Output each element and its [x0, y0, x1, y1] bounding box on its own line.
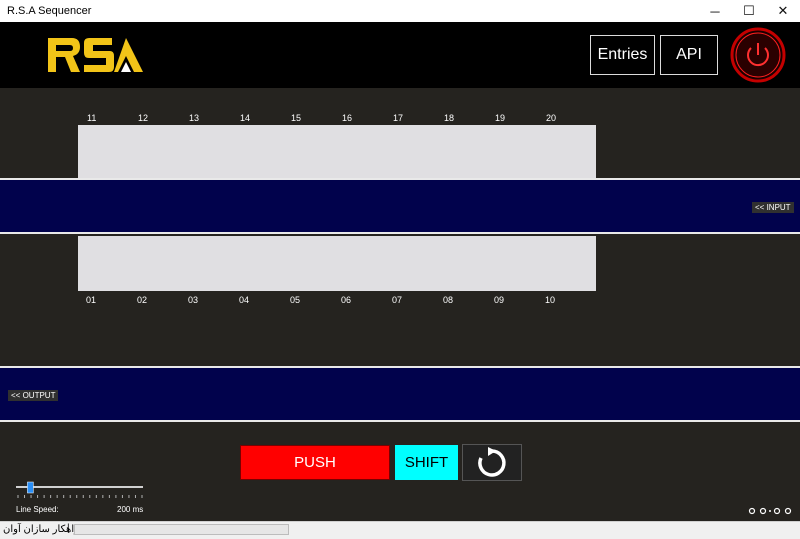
slider-thumb[interactable]: [27, 481, 34, 494]
close-button[interactable]: ✕: [766, 0, 800, 22]
slot-number: 19: [495, 113, 506, 123]
line-speed-slider[interactable]: [14, 480, 146, 502]
slot-number: 06: [341, 295, 352, 305]
slot-number: 16: [342, 113, 353, 123]
input-label: << INPUT: [752, 202, 794, 213]
title-bar: R.S.A Sequencer ─ ☐ ✕: [0, 0, 800, 23]
slot-number: 17: [393, 113, 404, 123]
pagination-dots-icon[interactable]: [748, 506, 792, 516]
slot-number: 09: [494, 295, 505, 305]
rsa-logo: [48, 38, 143, 72]
slot-number: 10: [545, 295, 556, 305]
status-bar: راهکار سازان آوان |: [0, 521, 800, 539]
entries-button[interactable]: Entries: [590, 35, 655, 75]
api-button[interactable]: API: [660, 35, 718, 75]
status-progress-bar: [74, 524, 289, 535]
output-lane: << OUTPUT: [0, 366, 800, 422]
power-icon[interactable]: [730, 27, 786, 83]
slot-number: 20: [546, 113, 557, 123]
top-slot-panel: [78, 125, 596, 178]
slot-number: 03: [188, 295, 199, 305]
line-speed-label: Line Speed:: [16, 505, 59, 514]
slot-number: 08: [443, 295, 454, 305]
window-title: R.S.A Sequencer: [7, 5, 92, 17]
reset-button[interactable]: [462, 444, 522, 481]
slot-number: 12: [138, 113, 149, 123]
slot-number: 18: [444, 113, 455, 123]
input-lane: << INPUT: [0, 178, 800, 234]
line-speed-value: 200 ms: [117, 505, 144, 514]
slot-number: 02: [137, 295, 148, 305]
push-button[interactable]: PUSH: [240, 445, 390, 480]
slot-number: 05: [290, 295, 301, 305]
bottom-slot-panel: [78, 236, 596, 291]
app-header: Entries API: [0, 22, 800, 88]
minimize-button[interactable]: ─: [698, 0, 732, 22]
output-label: << OUTPUT: [8, 390, 59, 401]
slot-number: 15: [291, 113, 302, 123]
slot-number: 04: [239, 295, 250, 305]
status-separator: |: [67, 523, 70, 534]
slot-number: 14: [240, 113, 251, 123]
bottom-slot-numbers: 01 02 03 04 05 06 07 08 09 10: [78, 295, 598, 307]
slot-number: 13: [189, 113, 200, 123]
slot-number: 01: [86, 295, 97, 305]
slot-number: 11: [87, 113, 97, 123]
top-slot-numbers: 11 12 13 14 15 16 17 18 19 20: [78, 113, 598, 125]
refresh-icon: [478, 446, 506, 477]
shift-button[interactable]: SHIFT: [395, 445, 458, 480]
slot-number: 07: [392, 295, 403, 305]
maximize-button[interactable]: ☐: [732, 0, 766, 22]
